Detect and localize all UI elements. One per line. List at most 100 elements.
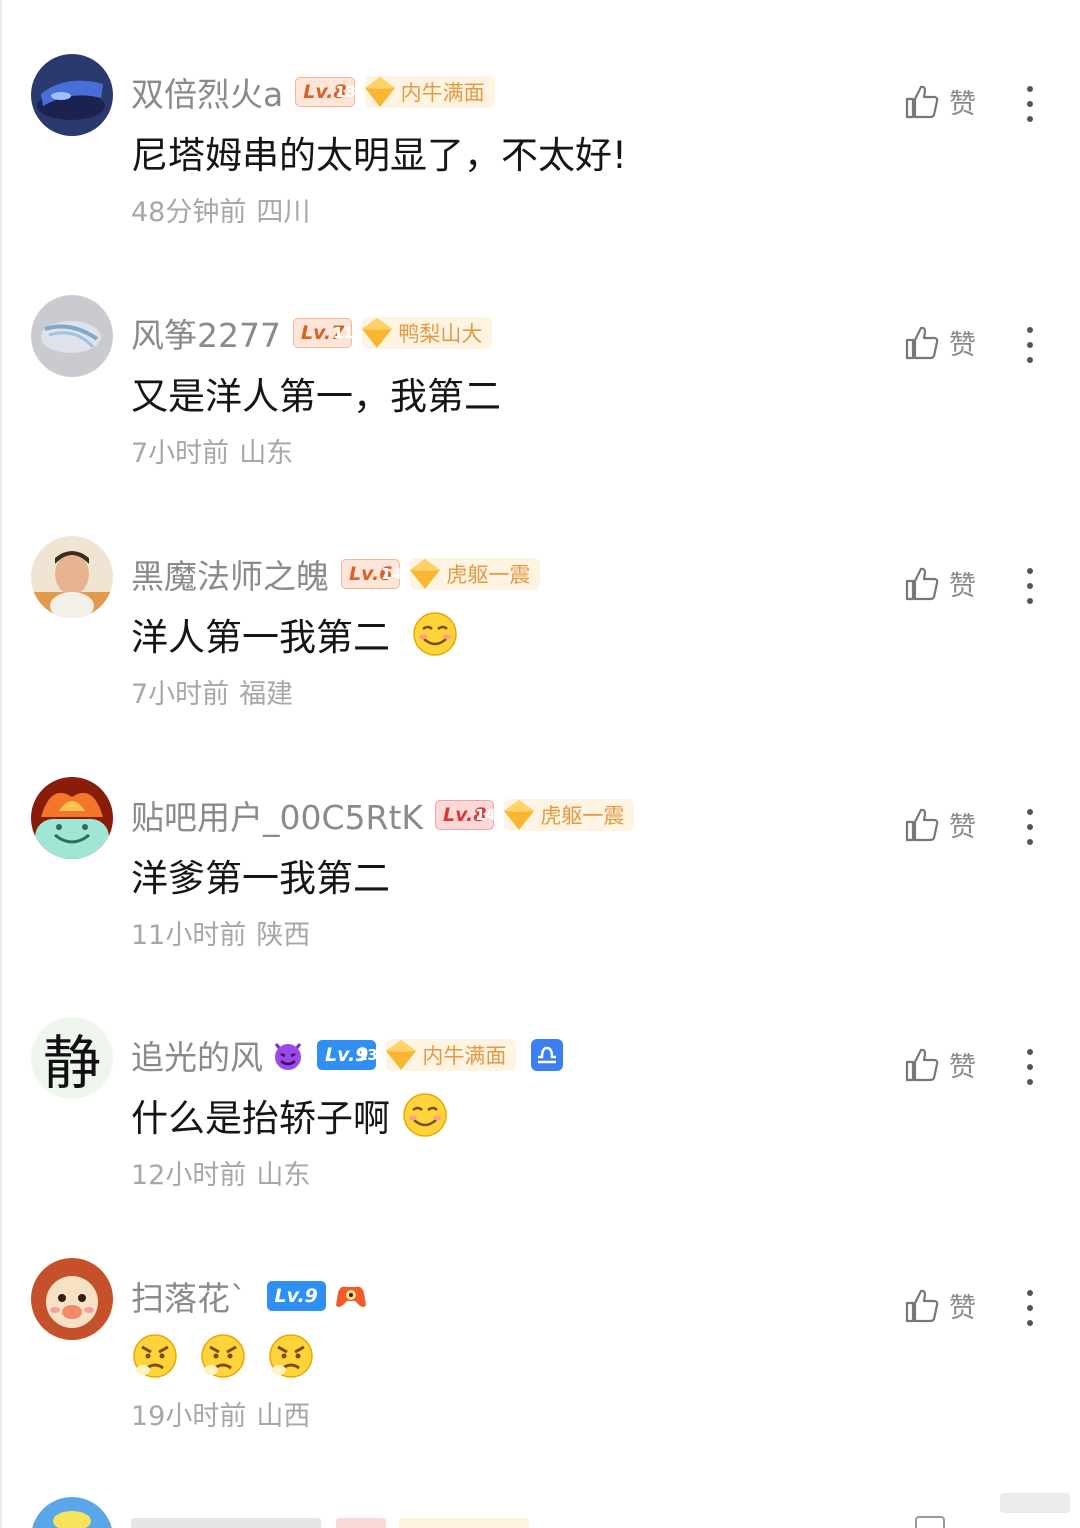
badge-number: 14: [475, 806, 496, 824]
more-options-icon[interactable]: [1020, 807, 1040, 847]
avatar[interactable]: [31, 54, 113, 136]
username[interactable]: 双倍烈火a: [131, 68, 283, 116]
username[interactable]: 黑魔法师之魄: [131, 550, 329, 598]
next-like-peek: [915, 1516, 945, 1528]
comment-meta: 19小时前 山西: [131, 1394, 310, 1433]
comment-location: 山西: [256, 1401, 311, 1432]
honor-badge: 13 内牛满面: [335, 76, 495, 108]
comment-location: 四川: [256, 197, 311, 228]
avatar[interactable]: [31, 536, 113, 618]
comment-emoji-row: [131, 1328, 315, 1384]
diamond-icon: [410, 559, 441, 589]
scroll-indicator: [1000, 1493, 1070, 1513]
badge-label: 内牛满面: [422, 1044, 507, 1068]
honor-badge: 14 虎躯一震: [475, 799, 635, 831]
avatar-char: 静: [42, 1029, 101, 1097]
angry-emoji-icon: [269, 1334, 313, 1378]
smirk-emoji-icon: [413, 612, 457, 656]
thumbs-up-icon: [905, 567, 939, 600]
username[interactable]: 追光的风: [131, 1031, 263, 1079]
comment-header: 双倍烈火a Lv.8 13 内牛满面: [131, 70, 495, 114]
like-button[interactable]: 赞: [903, 805, 976, 844]
badge-label: 虎躯一震: [446, 563, 531, 587]
comment-time: 48分钟前: [131, 197, 247, 228]
comment-location: 山东: [239, 438, 294, 469]
comment-header: 贴吧用户_00C5RtK Lv.8 14 虎躯一震: [131, 791, 635, 839]
comment-text: 洋人第一我第二: [131, 606, 458, 662]
username[interactable]: 风筝2277: [131, 309, 281, 357]
more-options-icon[interactable]: [1020, 1288, 1040, 1328]
thumbs-up-icon: [905, 1289, 939, 1322]
avatar[interactable]: [31, 295, 113, 377]
comment-text: 什么是抬轿子啊: [131, 1087, 448, 1143]
like-button[interactable]: 赞: [903, 82, 976, 121]
thumbs-up-icon: [905, 326, 939, 359]
comment-meta: 11小时前 陕西: [131, 913, 310, 952]
comment-item: 风筝2277 Lv.7 11 鸭梨山大 赞 又是洋人第一，我第二 7小时前 山东: [0, 281, 1080, 521]
comment-header: 风筝2277 Lv.7 11 鸭梨山大: [131, 309, 493, 357]
comment-header: 黑魔法师之魄 Lv.6 14 虎躯一震: [131, 550, 541, 598]
like-button[interactable]: 赞: [903, 1286, 976, 1325]
badge-number: 13: [335, 83, 357, 101]
diamond-icon: [504, 800, 535, 830]
like-button[interactable]: 赞: [903, 564, 976, 603]
comment-header: 扫落花` Lv.9: [131, 1274, 368, 1318]
gamepad-icon: [335, 1286, 366, 1307]
honor-badge: 13 内牛满面: [357, 1039, 517, 1071]
avatar[interactable]: [31, 777, 113, 859]
badge-number: 13: [356, 1046, 378, 1064]
like-label: 赞: [949, 1293, 976, 1324]
comment-header: 追光的风 Lv.9 13 内牛满面: [131, 1033, 564, 1077]
diamond-icon: [386, 1040, 417, 1070]
comment-item: 贴吧用户_00C5RtK Lv.8 14 虎躯一震 赞 洋爹第一我第二 11小时…: [0, 763, 1080, 1003]
comment-item: 扫落花` Lv.9 赞 19小时前 山西: [0, 1244, 1080, 1484]
badge-label: 内牛满面: [400, 81, 485, 105]
thumbs-up-icon: [905, 1048, 939, 1081]
devil-emoji-icon: [274, 1043, 302, 1070]
avatar[interactable]: [31, 1258, 113, 1340]
comment-item: 静 追光的风 Lv.9 13 内牛满面 赞 什么是抬轿子啊 12小时前 山东: [0, 1003, 1080, 1243]
comment-text: 尼塔姆串的太明显了，不太好!: [131, 134, 627, 177]
comment-meta: 48分钟前 四川: [131, 190, 310, 229]
comment-time: 19小时前: [131, 1401, 247, 1432]
more-options-icon[interactable]: [1020, 325, 1040, 365]
avatar[interactable]: 静: [31, 1017, 113, 1099]
comment-time: 7小时前: [131, 438, 230, 469]
smirk-emoji-icon: [403, 1093, 447, 1137]
diamond-icon: [362, 318, 393, 348]
like-label: 赞: [949, 330, 976, 361]
honor-badge: 14 虎躯一震: [381, 558, 541, 590]
badge-label: 鸭梨山大: [398, 322, 483, 346]
comment-item: 黑魔法师之魄 Lv.6 14 虎躯一震 赞 洋人第一我第二 7小时前 福建: [0, 522, 1080, 762]
username[interactable]: 扫落花`: [131, 1272, 247, 1320]
comment-meta: 12小时前 山东: [131, 1153, 310, 1192]
like-button[interactable]: 赞: [903, 1045, 976, 1084]
comment-text: 又是洋人第一，我第二: [131, 375, 501, 418]
comment-item: 双倍烈火a Lv.8 13 内牛满面 赞 尼塔姆串的太明显了，不太好! 48分钟…: [0, 40, 1080, 280]
thumbs-up-icon: [905, 808, 939, 841]
angry-emoji-icon: [133, 1334, 177, 1378]
angry-emoji-icon: [201, 1334, 245, 1378]
comment-time: 7小时前: [131, 679, 230, 710]
like-button[interactable]: 赞: [903, 323, 976, 362]
comment-location: 福建: [239, 679, 294, 710]
like-label: 赞: [949, 1052, 976, 1083]
badge-number: 14: [380, 565, 402, 583]
badge-number: 11: [332, 324, 354, 342]
like-label: 赞: [949, 89, 976, 120]
diamond-icon: [364, 77, 395, 107]
comment-location: 山东: [256, 1160, 311, 1191]
more-options-icon[interactable]: [1020, 84, 1040, 124]
username[interactable]: 贴吧用户_00C5RtK: [131, 791, 423, 839]
like-label: 赞: [949, 812, 976, 843]
more-options-icon[interactable]: [1020, 566, 1040, 606]
level-badge: Lv.9: [266, 1281, 326, 1311]
next-comment-peek: [31, 1497, 113, 1528]
libra-zodiac-icon: [531, 1039, 564, 1071]
comment-text: 洋爹第一我第二: [131, 857, 390, 900]
more-options-icon[interactable]: [1020, 1047, 1040, 1087]
thumbs-up-icon: [905, 85, 939, 118]
comment-time: 11小时前: [131, 920, 247, 951]
next-comment-header-peek: [131, 1518, 531, 1528]
like-label: 赞: [949, 571, 976, 602]
